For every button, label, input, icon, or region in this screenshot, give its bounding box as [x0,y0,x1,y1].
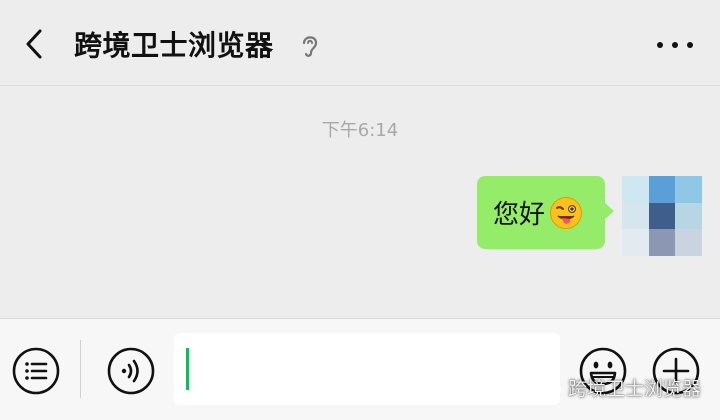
more-dots-icon[interactable] [652,34,698,56]
watermark: 跨境卫士浏览器 [536,372,701,402]
chat-header: 跨境卫士浏览器 [0,0,720,86]
message-text: 您好 [493,200,546,230]
chevron-left-icon[interactable] [20,27,52,61]
voice-icon[interactable] [106,346,156,396]
winking-face-with-tongue-emoji-icon [550,196,583,229]
chat-title: 跨境卫士浏览器 [74,29,274,62]
avatar[interactable] [622,176,702,256]
text-caret [186,348,189,390]
toolbar-divider [80,340,81,398]
watermark-text: 跨境卫士浏览器 [568,377,702,400]
message-timestamp: 下午6:14 [321,120,399,141]
message-input[interactable] [174,333,560,405]
wechat-logo-icon [536,376,562,397]
ear-icon [302,36,318,57]
message-bubble-self[interactable]: 您好 [477,176,614,249]
list-menu-icon[interactable] [11,346,61,396]
